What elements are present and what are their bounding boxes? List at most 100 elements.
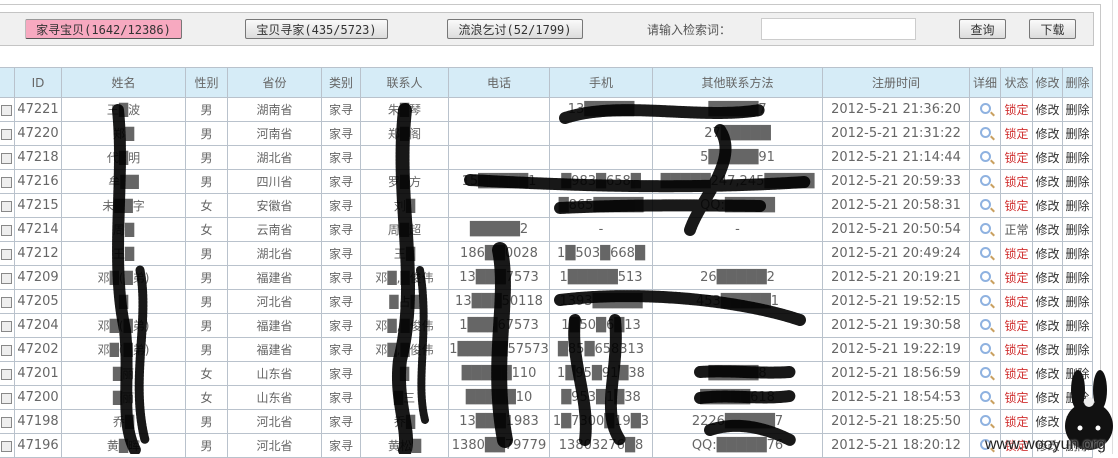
header-contact[interactable]: 联系人 (360, 67, 449, 98)
edit-link[interactable]: 修改 (1032, 409, 1063, 434)
row-checkbox[interactable] (1, 416, 12, 428)
tab-vagrant[interactable]: 流浪乞讨(52/1799) (447, 19, 583, 39)
row-checkbox-cell[interactable] (0, 385, 15, 410)
detail-cell[interactable] (969, 217, 1001, 242)
search-input[interactable] (761, 18, 916, 40)
row-checkbox[interactable] (1, 344, 12, 356)
detail-cell[interactable] (969, 265, 1001, 290)
header-mobile[interactable]: 手机 (549, 67, 653, 98)
header-gender[interactable]: 性别 (185, 67, 228, 98)
detail-cell[interactable] (969, 313, 1001, 338)
magnifier-icon[interactable] (979, 102, 991, 114)
magnifier-icon[interactable] (979, 318, 991, 330)
tab-family-search[interactable]: 家寻宝贝(1642/12386) (25, 19, 182, 39)
delete-link[interactable]: 删除 (1062, 121, 1093, 146)
delete-link[interactable]: 删除 (1062, 265, 1093, 290)
row-checkbox-cell[interactable] (0, 121, 15, 146)
status-toggle[interactable]: 锁定 (1000, 289, 1033, 314)
row-checkbox[interactable] (1, 176, 12, 188)
edit-link[interactable]: 修改 (1032, 121, 1063, 146)
row-checkbox[interactable] (1, 440, 12, 452)
edit-link[interactable]: 修改 (1032, 289, 1063, 314)
delete-link[interactable]: 删除 (1062, 169, 1093, 194)
row-checkbox-cell[interactable] (0, 409, 15, 434)
header-id[interactable]: ID (14, 67, 62, 98)
row-checkbox[interactable] (1, 104, 12, 116)
detail-cell[interactable] (969, 169, 1001, 194)
detail-cell[interactable] (969, 145, 1001, 170)
edit-link[interactable]: 修改 (1032, 193, 1063, 218)
row-checkbox-cell[interactable] (0, 313, 15, 338)
status-toggle[interactable]: 锁定 (1000, 409, 1033, 434)
row-checkbox[interactable] (1, 296, 12, 308)
status-toggle[interactable]: 锁定 (1000, 169, 1033, 194)
edit-link[interactable]: 修改 (1032, 145, 1063, 170)
status-toggle[interactable]: 锁定 (1000, 121, 1033, 146)
row-checkbox[interactable] (1, 248, 12, 260)
edit-link[interactable]: 修改 (1032, 313, 1063, 338)
magnifier-icon[interactable] (979, 342, 991, 354)
header-phone[interactable]: 电话 (448, 67, 550, 98)
header-other-contact[interactable]: 其他联系方法 (652, 67, 823, 98)
header-register-time[interactable]: 注册时间 (822, 67, 970, 98)
edit-link[interactable]: 修改 (1032, 217, 1063, 242)
row-checkbox-cell[interactable] (0, 217, 15, 242)
edit-link[interactable]: 修改 (1032, 169, 1063, 194)
magnifier-icon[interactable] (979, 174, 991, 186)
magnifier-icon[interactable] (979, 390, 991, 402)
delete-link[interactable]: 删除 (1062, 289, 1093, 314)
status-toggle[interactable]: 锁定 (1000, 145, 1033, 170)
delete-link[interactable]: 删除 (1062, 145, 1093, 170)
delete-link[interactable]: 删除 (1062, 97, 1093, 122)
delete-link[interactable]: 删除 (1062, 337, 1093, 362)
edit-link[interactable]: 修改 (1032, 241, 1063, 266)
magnifier-icon[interactable] (979, 126, 991, 138)
row-checkbox-cell[interactable] (0, 289, 15, 314)
header-name[interactable]: 姓名 (61, 67, 186, 98)
query-button[interactable]: 查询 (959, 19, 1006, 39)
detail-cell[interactable] (969, 97, 1001, 122)
row-checkbox[interactable] (1, 368, 12, 380)
row-checkbox[interactable] (1, 272, 12, 284)
status-toggle[interactable]: 锁定 (1000, 97, 1033, 122)
row-checkbox[interactable] (1, 392, 12, 404)
delete-link[interactable]: 删除 (1062, 313, 1093, 338)
delete-link[interactable]: 删除 (1062, 241, 1093, 266)
edit-link[interactable]: 修改 (1032, 337, 1063, 362)
status-toggle[interactable]: 锁定 (1000, 313, 1033, 338)
magnifier-icon[interactable] (979, 150, 991, 162)
row-checkbox-cell[interactable] (0, 97, 15, 122)
detail-cell[interactable] (969, 337, 1001, 362)
delete-link[interactable]: 删除 (1062, 217, 1093, 242)
status-toggle[interactable]: 正常 (1000, 217, 1033, 242)
row-checkbox[interactable] (1, 320, 12, 332)
row-checkbox[interactable] (1, 152, 12, 164)
status-toggle[interactable]: 锁定 (1000, 361, 1033, 386)
status-toggle[interactable]: 锁定 (1000, 193, 1033, 218)
row-checkbox-cell[interactable] (0, 361, 15, 386)
row-checkbox[interactable] (1, 224, 12, 236)
detail-cell[interactable] (969, 361, 1001, 386)
status-toggle[interactable]: 锁定 (1000, 265, 1033, 290)
row-checkbox-cell[interactable] (0, 193, 15, 218)
magnifier-icon[interactable] (979, 246, 991, 258)
delete-link[interactable]: 删除 (1062, 193, 1093, 218)
status-toggle[interactable]: 锁定 (1000, 385, 1033, 410)
edit-link[interactable]: 修改 (1032, 385, 1063, 410)
magnifier-icon[interactable] (979, 414, 991, 426)
edit-link[interactable]: 修改 (1032, 97, 1063, 122)
detail-cell[interactable] (969, 409, 1001, 434)
row-checkbox-cell[interactable] (0, 145, 15, 170)
row-checkbox-cell[interactable] (0, 169, 15, 194)
row-checkbox[interactable] (1, 128, 12, 140)
status-toggle[interactable]: 锁定 (1000, 337, 1033, 362)
row-checkbox-cell[interactable] (0, 265, 15, 290)
download-button[interactable]: 下载 (1029, 19, 1076, 39)
detail-cell[interactable] (969, 121, 1001, 146)
edit-link[interactable]: 修改 (1032, 265, 1063, 290)
magnifier-icon[interactable] (979, 294, 991, 306)
detail-cell[interactable] (969, 193, 1001, 218)
header-type[interactable]: 类别 (321, 67, 361, 98)
header-province[interactable]: 省份 (227, 67, 322, 98)
detail-cell[interactable] (969, 241, 1001, 266)
